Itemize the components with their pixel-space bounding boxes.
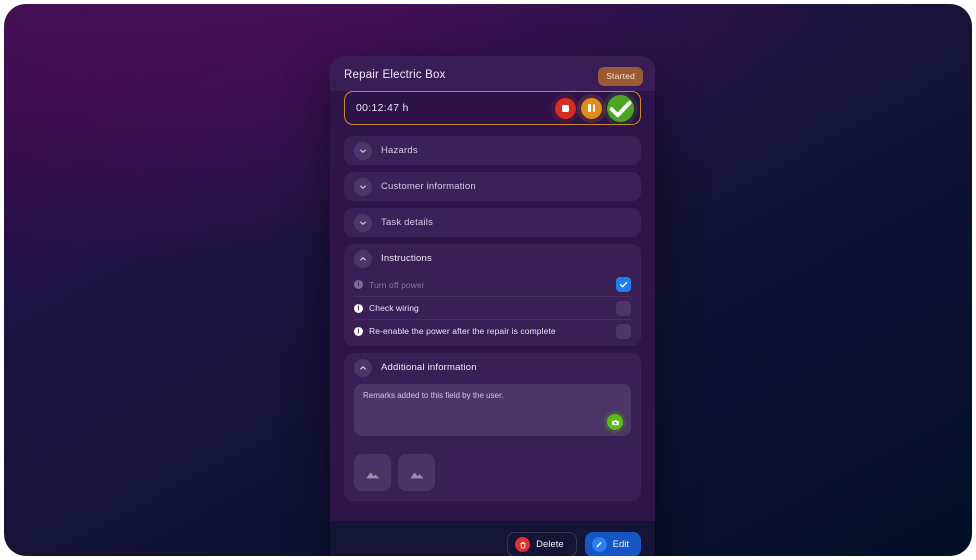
app-viewport: Repair Electric Box Started 00:12:47 h H… <box>4 4 972 556</box>
instruction-row[interactable]: i Turn off power <box>354 273 631 296</box>
remarks-text: Remarks added to this field by the user. <box>363 391 504 400</box>
image-icon <box>409 471 424 478</box>
card-body: Hazards Customer information Task detail… <box>330 136 655 521</box>
section-label-hazards: Hazards <box>381 145 418 156</box>
section-customer-information[interactable]: Customer information <box>344 172 641 201</box>
attachment-thumbnail[interactable] <box>398 454 435 491</box>
instruction-checkbox[interactable] <box>616 323 631 339</box>
section-label-instructions: Instructions <box>381 253 432 264</box>
section-task-details[interactable]: Task details <box>344 208 641 237</box>
section-header-instructions[interactable]: Instructions <box>344 244 641 273</box>
chevron-up-icon[interactable] <box>354 358 372 377</box>
chevron-down-icon[interactable] <box>354 141 372 160</box>
finish-button[interactable] <box>607 94 634 122</box>
edit-button[interactable]: Edit <box>584 532 641 556</box>
attachment-thumbnail[interactable] <box>354 454 391 491</box>
chevron-down-icon[interactable] <box>354 177 372 196</box>
timer-controls <box>555 94 634 122</box>
check-icon <box>619 281 628 288</box>
card-footer: Delete Edit <box>330 521 655 556</box>
chevron-up-icon[interactable] <box>354 249 372 268</box>
instruction-label: Re-enable the power after the repair is … <box>369 326 556 336</box>
timer-bar: 00:12:47 h <box>344 91 641 125</box>
info-icon[interactable]: i <box>354 280 363 289</box>
instruction-row[interactable]: i Check wiring <box>354 296 631 319</box>
section-hazards[interactable]: Hazards <box>344 136 641 165</box>
info-icon[interactable]: i <box>354 303 363 313</box>
instruction-list: i Turn off power i Check wiring i Re-ena… <box>344 273 641 346</box>
stop-icon <box>562 104 569 112</box>
remarks-area: Remarks added to this field by the user. <box>344 382 641 446</box>
pause-icon <box>588 104 595 112</box>
card-header: Repair Electric Box Started <box>330 56 655 91</box>
instruction-checkbox[interactable] <box>616 300 631 316</box>
section-header-task-details[interactable]: Task details <box>344 208 641 237</box>
chevron-down-icon[interactable] <box>354 213 372 232</box>
section-instructions: Instructions i Turn off power i Check wi… <box>344 244 641 346</box>
remarks-field[interactable]: Remarks added to this field by the user. <box>354 384 631 436</box>
pencil-icon <box>591 537 607 552</box>
section-header-customer-information[interactable]: Customer information <box>344 172 641 201</box>
edit-button-label: Edit <box>612 539 629 550</box>
check-icon <box>609 100 632 117</box>
info-icon[interactable]: i <box>354 326 363 336</box>
task-card: Repair Electric Box Started 00:12:47 h H… <box>330 56 655 556</box>
page-title: Repair Electric Box <box>344 69 446 81</box>
section-header-additional-information[interactable]: Additional information <box>344 353 641 382</box>
pause-button[interactable] <box>581 97 602 119</box>
camera-icon <box>611 419 619 425</box>
section-label-additional-information: Additional information <box>381 362 477 373</box>
trash-icon <box>515 537 531 552</box>
instruction-row[interactable]: i Re-enable the power after the repair i… <box>354 319 631 342</box>
instruction-label: Check wiring <box>369 303 419 313</box>
delete-button-label: Delete <box>536 539 564 550</box>
status-badge: Started <box>598 67 643 86</box>
delete-button[interactable]: Delete <box>507 532 577 556</box>
section-label-task-details: Task details <box>381 217 434 228</box>
instruction-label: Turn off power <box>369 279 425 290</box>
section-header-hazards[interactable]: Hazards <box>344 136 641 165</box>
camera-button[interactable] <box>607 414 623 430</box>
section-label-customer-information: Customer information <box>381 181 476 192</box>
instruction-checkbox[interactable] <box>616 277 631 292</box>
timer-value: 00:12:47 h <box>356 102 409 114</box>
stop-button[interactable] <box>555 97 576 119</box>
section-additional-information: Additional information Remarks added to … <box>344 353 641 501</box>
image-icon <box>365 471 380 478</box>
attachment-thumbnails <box>344 446 641 501</box>
